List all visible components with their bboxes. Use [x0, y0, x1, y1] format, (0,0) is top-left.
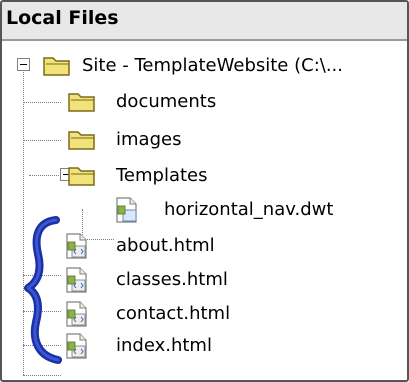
tree-item-label: horizontal_nav.dwt: [164, 199, 334, 220]
tree-item-label: Site - TemplateWebsite (C:\...: [82, 55, 343, 76]
tree-item-documents[interactable]: documents: [2, 85, 407, 119]
folder-icon: [68, 131, 95, 150]
tree-item-label: Templates: [116, 165, 208, 186]
tree-item-about-html[interactable]: about.html: [2, 229, 407, 263]
folder-icon: [68, 167, 95, 186]
tree-item-label: about.html: [116, 235, 215, 256]
tree-item-label: classes.html: [116, 269, 228, 290]
html-file-icon: [66, 267, 87, 293]
tree-item-templates[interactable]: Templates: [2, 159, 407, 193]
file-tree: Site - TemplateWebsite (C:\... documents…: [2, 41, 407, 380]
tree-item-index-html[interactable]: index.html: [2, 329, 407, 363]
tree-item-images[interactable]: images: [2, 123, 407, 157]
panel-title: Local Files: [6, 7, 119, 29]
tree-item-classes-html[interactable]: classes.html: [2, 263, 407, 297]
tree-item-label: contact.html: [116, 303, 231, 324]
tree-connector: [23, 375, 61, 376]
html-file-icon: [66, 233, 87, 259]
html-file-icon: [66, 301, 87, 327]
local-files-panel: Local Files Site - TemplateWebsite (C:\.…: [0, 0, 409, 382]
folder-icon: [43, 57, 70, 76]
template-file-icon: [116, 197, 137, 223]
tree-item-label: index.html: [116, 335, 212, 356]
tree-item-contact-html[interactable]: contact.html: [2, 297, 407, 331]
tree-item-horizontal-nav[interactable]: horizontal_nav.dwt: [2, 193, 407, 227]
collapse-toggle[interactable]: [17, 58, 30, 71]
tree-item-label: documents: [116, 91, 217, 112]
panel-header: Local Files: [2, 2, 407, 41]
tree-item-label: images: [116, 129, 182, 150]
folder-icon: [68, 93, 95, 112]
tree-item-site-root[interactable]: Site - TemplateWebsite (C:\...: [2, 49, 407, 83]
html-file-icon: [66, 333, 87, 359]
